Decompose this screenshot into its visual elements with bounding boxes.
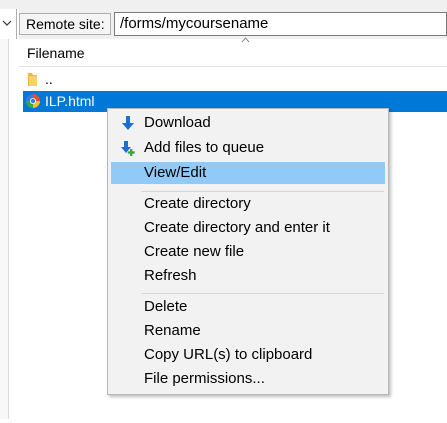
menu-item-label: Refresh	[144, 267, 197, 284]
menu-item-label: Rename	[144, 322, 201, 339]
menu-item-label: Create directory and enter it	[144, 219, 330, 236]
html-file-icon	[26, 94, 40, 108]
remote-site-label: Remote site:	[19, 13, 111, 35]
menu-item-delete[interactable]: Delete	[111, 296, 385, 318]
menu-item-label: Create directory	[144, 195, 251, 212]
menu-item-label: Add files to queue	[144, 139, 265, 156]
menu-separator	[141, 191, 384, 192]
filename-header-label: Filename	[27, 45, 85, 61]
folder-icon	[28, 73, 37, 86]
menu-item-view-edit[interactable]: View/Edit	[111, 162, 385, 184]
menu-item-label: Create new file	[144, 243, 245, 260]
list-item-parent-directory[interactable]: ..	[23, 69, 447, 90]
download-arrow-icon	[122, 116, 134, 130]
list-item-name: ..	[45, 71, 53, 87]
menu-item-label: Copy URL(s) to clipboard	[144, 346, 313, 363]
chevron-down-icon	[2, 20, 12, 26]
menu-item-create-directory-enter[interactable]: Create directory and enter it	[111, 217, 385, 239]
sort-ascending-icon	[241, 37, 250, 43]
window-top-edge	[0, 0, 447, 9]
local-site-dropdown[interactable]	[0, 9, 17, 39]
local-pane-edge	[0, 39, 9, 419]
menu-item-download[interactable]: Download	[111, 112, 385, 134]
menu-item-label: File permissions...	[144, 370, 265, 387]
menu-item-refresh[interactable]: Refresh	[111, 265, 385, 287]
menu-item-create-directory[interactable]: Create directory	[111, 193, 385, 215]
menu-item-add-to-queue[interactable]: Add files to queue	[111, 137, 385, 159]
menu-item-label: Download	[144, 114, 211, 131]
menu-item-rename[interactable]: Rename	[111, 320, 385, 342]
context-menu: Download Add files to queue View/Edit Cr…	[107, 108, 389, 395]
remote-site-bar: Remote site: /forms/mycoursename	[19, 9, 447, 39]
remote-path-input[interactable]: /forms/mycoursename	[114, 12, 447, 36]
menu-item-create-new-file[interactable]: Create new file	[111, 241, 385, 263]
menu-item-label: View/Edit	[144, 164, 207, 181]
filename-column-header[interactable]: Filename	[19, 37, 447, 67]
menu-item-copy-url[interactable]: Copy URL(s) to clipboard	[111, 344, 385, 366]
list-item-name: ILP.html	[45, 93, 95, 109]
add-to-queue-icon	[121, 141, 135, 156]
menu-item-label: Delete	[144, 298, 188, 315]
menu-separator	[141, 293, 384, 294]
menu-item-file-permissions[interactable]: File permissions...	[111, 368, 385, 390]
